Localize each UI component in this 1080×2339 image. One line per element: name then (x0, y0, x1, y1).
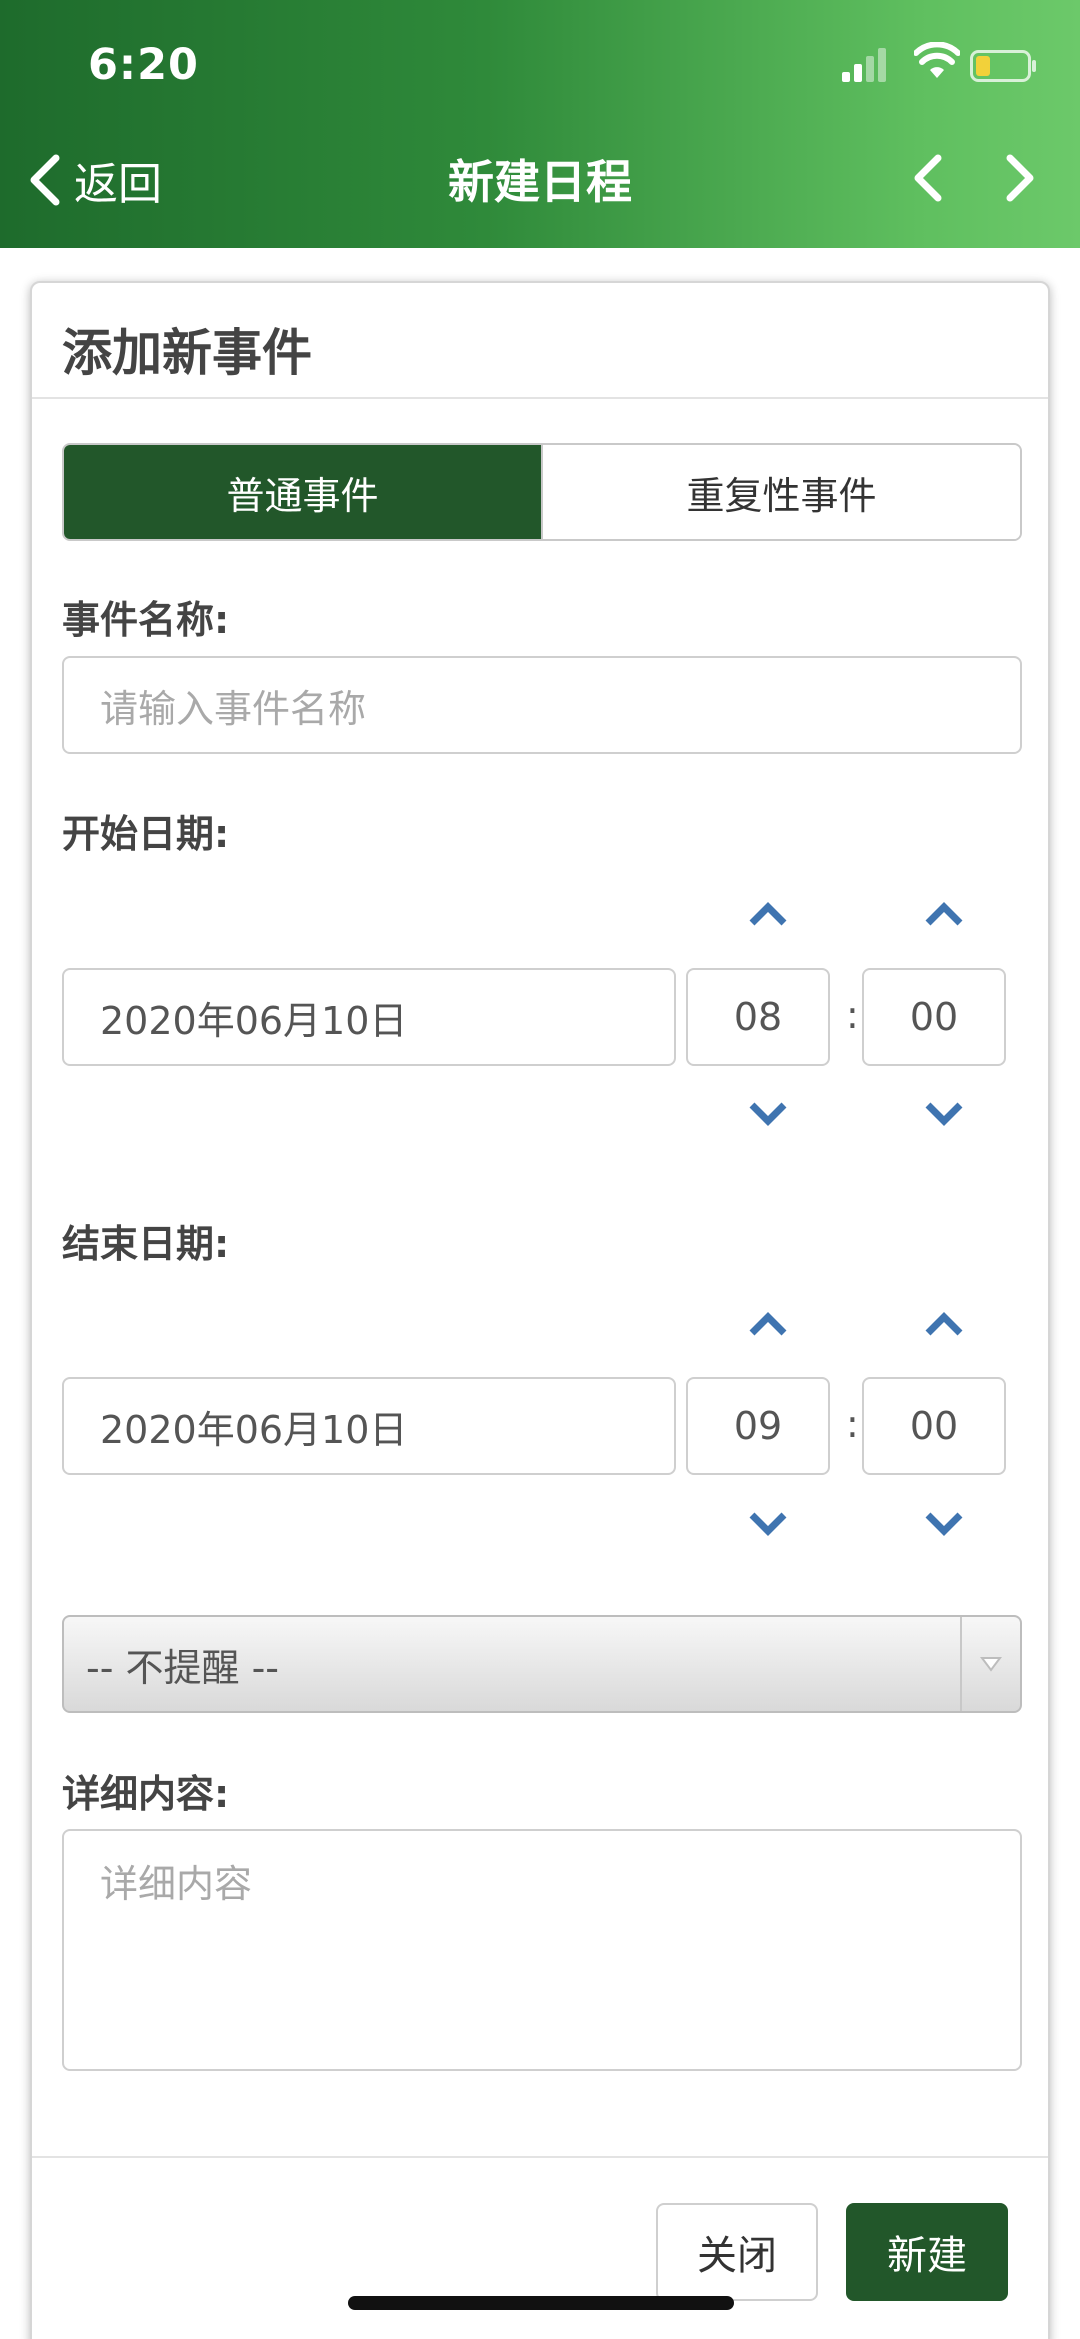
start-date-input[interactable]: 2020年06月10日 (62, 968, 676, 1066)
add-event-dialog: 添加新事件 普通事件 重复性事件 事件名称: 请输入事件名称 开始日期: 202… (30, 281, 1050, 2339)
dropdown-arrow-icon (960, 1617, 1020, 1711)
previous-button[interactable] (902, 150, 958, 206)
start-minute-down-icon[interactable] (920, 1095, 968, 1131)
title-divider (32, 397, 1048, 399)
end-minute-input[interactable]: 00 (862, 1377, 1006, 1475)
event-name-input[interactable]: 请输入事件名称 (62, 656, 1022, 754)
start-date-label: 开始日期: (62, 812, 230, 856)
event-name-label: 事件名称: (62, 598, 230, 642)
time-separator: : (846, 993, 859, 1037)
end-date-label: 结束日期: (62, 1222, 230, 1266)
app-header: 6:20 返回 新建日程 (0, 0, 1080, 248)
footer-divider (32, 2156, 1048, 2158)
details-label: 详细内容: (62, 1772, 230, 1816)
home-indicator (348, 2296, 734, 2310)
battery-icon (970, 50, 1036, 82)
close-button[interactable]: 关闭 (656, 2203, 818, 2301)
triangle-down-icon (980, 1657, 1002, 1672)
start-minute-input[interactable]: 00 (862, 968, 1006, 1066)
end-date-input[interactable]: 2020年06月10日 (62, 1377, 676, 1475)
end-hour-down-icon[interactable] (744, 1505, 792, 1541)
next-button[interactable] (990, 150, 1046, 206)
status-time: 6:20 (88, 40, 199, 90)
create-button[interactable]: 新建 (846, 2203, 1008, 2301)
wifi-icon (914, 42, 960, 78)
reminder-select[interactable]: -- 不提醒 -- (62, 1615, 1022, 1713)
start-hour-up-icon[interactable] (744, 895, 792, 931)
tab-recurring-event[interactable]: 重复性事件 (541, 445, 1020, 539)
tab-normal-event[interactable]: 普通事件 (64, 445, 541, 539)
time-separator: : (846, 1402, 859, 1446)
start-minute-up-icon[interactable] (920, 895, 968, 931)
reminder-selected-value: -- 不提醒 -- (86, 1645, 280, 1690)
end-hour-up-icon[interactable] (744, 1305, 792, 1341)
details-textarea[interactable]: 详细内容 (62, 1829, 1022, 2071)
end-minute-up-icon[interactable] (920, 1305, 968, 1341)
event-type-toggle: 普通事件 重复性事件 (62, 443, 1022, 541)
start-hour-input[interactable]: 08 (686, 968, 830, 1066)
end-minute-down-icon[interactable] (920, 1505, 968, 1541)
start-hour-down-icon[interactable] (744, 1095, 792, 1131)
end-hour-input[interactable]: 09 (686, 1377, 830, 1475)
dialog-title: 添加新事件 (62, 324, 312, 382)
cellular-signal-icon (842, 48, 886, 82)
